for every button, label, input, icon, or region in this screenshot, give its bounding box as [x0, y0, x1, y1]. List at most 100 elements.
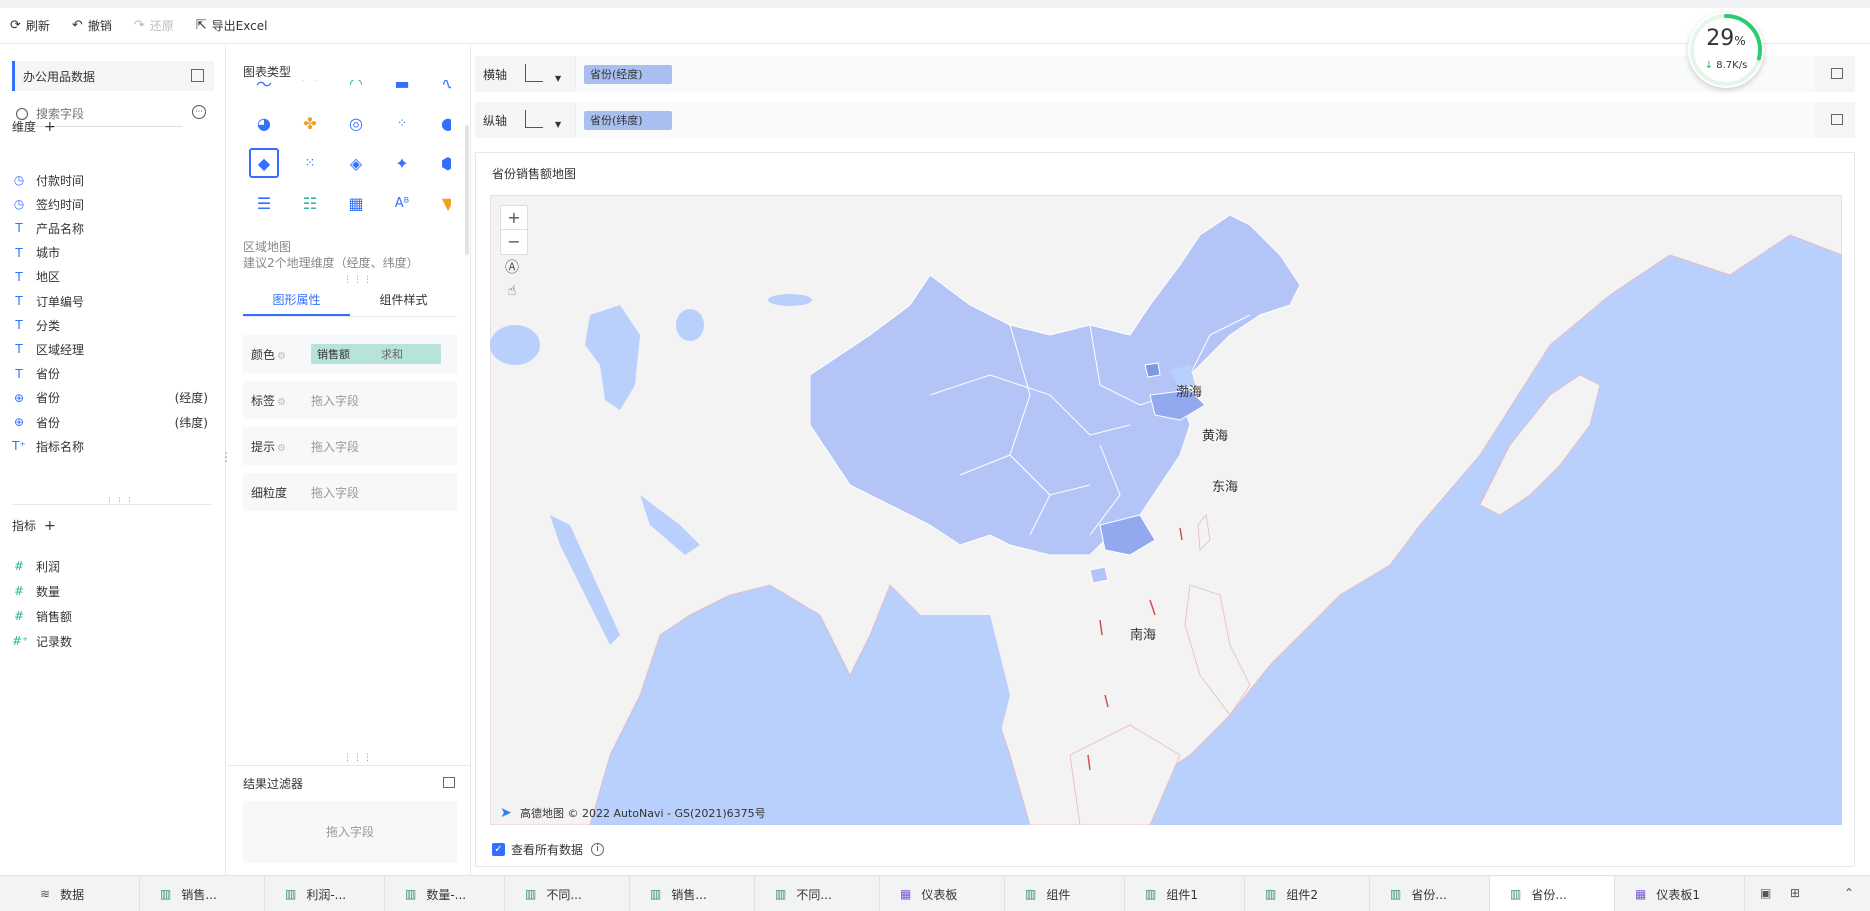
density-map-chart-type[interactable]: ⬢: [433, 148, 451, 178]
flow-map-chart-type[interactable]: ◈: [341, 148, 371, 178]
measure-field[interactable]: # 数量: [12, 580, 212, 602]
more-icon[interactable]: ···: [192, 105, 206, 119]
sheet-tab[interactable]: ▥ 组件1: [1125, 876, 1245, 911]
filter-settings-icon[interactable]: [443, 777, 455, 788]
sheet-tab[interactable]: ▥ 不同...: [755, 876, 880, 911]
bar-chart-type[interactable]: ▬: [387, 80, 417, 98]
help-icon[interactable]: ⚙: [277, 443, 286, 454]
region-map-chart-type[interactable]: ◆: [249, 148, 279, 178]
export-excel-button[interactable]: ⇱ 导出Excel: [196, 17, 268, 34]
redo-button[interactable]: ↷ 还原: [134, 17, 174, 34]
axis-sort-icon[interactable]: [525, 64, 543, 82]
view-all-data[interactable]: ✓ 查看所有数据 i: [492, 841, 605, 858]
dimension-field[interactable]: T 分类: [12, 314, 212, 336]
help-icon[interactable]: ⚙: [277, 397, 286, 408]
table-chart-type[interactable]: ☰: [249, 188, 279, 218]
dimension-field[interactable]: T 区域经理: [12, 338, 212, 360]
label-property[interactable]: 标签 ⚙ 拖入字段: [243, 381, 457, 419]
chevron-down-icon[interactable]: ▼: [555, 74, 561, 83]
combo-chart-type[interactable]: ∿: [433, 80, 451, 98]
heat-map-chart-type[interactable]: ✦: [387, 148, 417, 178]
measure-field[interactable]: #⁺ 记录数: [12, 630, 212, 652]
tooltip-property[interactable]: 提示 ⚙ 拖入字段: [243, 427, 457, 465]
help-icon[interactable]: ⚙: [277, 351, 286, 362]
measure-field[interactable]: # 利润: [12, 555, 212, 577]
region-map[interactable]: + − Ⓐ ☝ 渤海 黄海 东海 南海 ➤ 高德地图 © 2022 AutoNa…: [490, 195, 1842, 825]
dimension-field[interactable]: T 产品名称: [12, 217, 212, 239]
sheet-tab[interactable]: ▦ 仪表板: [880, 876, 1005, 911]
sheet-tab[interactable]: ▥ 组件: [1005, 876, 1125, 911]
sheet-tab[interactable]: ▥ 省份...: [1370, 876, 1490, 911]
x-axis-field-chip[interactable]: 省份(经度): [584, 65, 672, 84]
result-filter-dropzone[interactable]: 拖入字段: [243, 801, 457, 863]
scatter-chart-type[interactable]: ⁘: [387, 108, 417, 138]
pan-hand-icon[interactable]: ☝: [500, 283, 524, 307]
undo-button[interactable]: ↶ 撤销: [72, 17, 112, 34]
sheet-tab[interactable]: ▥ 销售...: [140, 876, 265, 911]
chart-type-scrollbar[interactable]: [465, 125, 469, 255]
dimension-field[interactable]: ◷ 付款时间: [12, 169, 212, 191]
radar-chart-type[interactable]: ◠: [341, 80, 371, 98]
color-field-chip[interactable]: 销售额 求和: [311, 344, 441, 364]
sheet-tab[interactable]: ▥ 组件2: [1245, 876, 1370, 911]
dimension-field[interactable]: T 省份: [12, 363, 212, 385]
sheet-tab[interactable]: ≋ 数据: [20, 876, 140, 911]
lock-icon[interactable]: [1831, 68, 1843, 79]
y-axis-field-chip[interactable]: 省份(纬度): [584, 111, 672, 130]
zoom-out-button[interactable]: −: [501, 230, 527, 254]
y-axis-dropzone[interactable]: 省份(纬度): [575, 102, 1815, 138]
add-dimension-icon[interactable]: +: [44, 119, 56, 135]
dimension-field[interactable]: T 城市: [12, 242, 212, 264]
granularity-property[interactable]: 细粒度 拖入字段: [243, 473, 457, 511]
dimension-field[interactable]: T⁺ 指标名称: [12, 435, 212, 457]
compass-icon[interactable]: Ⓐ: [500, 257, 524, 281]
line-chart-type[interactable]: 〜: [249, 80, 279, 98]
chart-icon: ▥: [1390, 887, 1402, 901]
cross-table-chart-type[interactable]: ☷: [295, 188, 325, 218]
sheet-tab[interactable]: ▥ 不同...: [505, 876, 630, 911]
dataset-selector[interactable]: 办公用品数据: [12, 61, 214, 91]
add-dashboard-icon[interactable]: ⊞: [1790, 886, 1805, 900]
add-component-icon[interactable]: ▣: [1760, 886, 1775, 900]
info-icon[interactable]: i: [591, 843, 605, 856]
dimension-field[interactable]: T 订单编号: [12, 290, 212, 312]
lock-icon[interactable]: [1831, 114, 1843, 125]
bay-of-bengal: [920, 615, 1010, 795]
pie-chart-type[interactable]: ◕: [249, 108, 279, 138]
resize-handle[interactable]: ⋮⋮⋮: [343, 275, 373, 285]
collapse-up-icon[interactable]: ⌃: [1844, 886, 1859, 900]
network-speed-widget[interactable]: 29% ↓ 8.7K/s: [1688, 12, 1764, 88]
sheet-tab[interactable]: ▥ 省份...: [1490, 876, 1615, 911]
donut-chart-type[interactable]: ◎: [341, 108, 371, 138]
switch-dataset-icon[interactable]: [191, 69, 204, 82]
funnel-chart-type[interactable]: ▼: [433, 188, 451, 218]
dimension-field[interactable]: ⊕ 省份 (经度): [12, 387, 212, 409]
bubble-chart-type[interactable]: ●: [433, 108, 451, 138]
rose-chart-type[interactable]: ✤: [295, 108, 325, 138]
treemap-chart-type[interactable]: ▦: [341, 188, 371, 218]
zoom-in-button[interactable]: +: [501, 206, 527, 230]
color-property[interactable]: 颜色 ⚙ 销售额 求和: [243, 335, 457, 373]
axis-sort-icon[interactable]: [525, 110, 543, 128]
tab-component-style[interactable]: 组件样式: [350, 285, 457, 316]
word-cloud-chart-type[interactable]: Aᴮ: [387, 188, 417, 218]
search-input[interactable]: [36, 106, 176, 121]
tab-graphic-properties[interactable]: 图形属性: [243, 285, 350, 316]
resize-handle[interactable]: ⋮⋮⋮: [105, 497, 135, 507]
measure-field[interactable]: # 销售额: [12, 605, 212, 627]
chevron-down-icon[interactable]: ▼: [555, 120, 561, 129]
dimension-field[interactable]: T 地区: [12, 266, 212, 288]
dimension-field[interactable]: ◷ 签约时间: [12, 193, 212, 215]
dimension-field[interactable]: ⊕ 省份 (纬度): [12, 411, 212, 433]
area-chart-type[interactable]: ⌒: [295, 80, 325, 98]
point-map-chart-type[interactable]: ⁙: [295, 148, 325, 178]
sheet-tab[interactable]: ▥ 销售...: [630, 876, 755, 911]
sheet-tab[interactable]: ▥ 利润-...: [265, 876, 385, 911]
resize-handle[interactable]: ⋮⋮⋮: [343, 753, 373, 763]
sheet-tab[interactable]: ▥ 数量-...: [385, 876, 505, 911]
x-axis-dropzone[interactable]: 省份(经度): [575, 56, 1815, 92]
refresh-button[interactable]: ⟳ 刷新: [10, 17, 50, 34]
sheet-tab[interactable]: ▦ 仪表板1: [1615, 876, 1745, 911]
add-measure-icon[interactable]: +: [44, 518, 56, 534]
view-all-checkbox[interactable]: ✓: [492, 843, 505, 856]
